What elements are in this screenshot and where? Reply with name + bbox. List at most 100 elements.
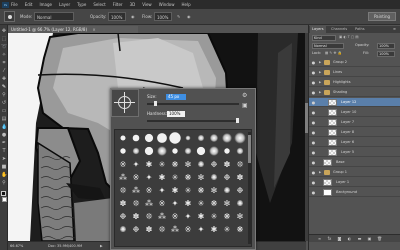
brush-preset-tip[interactable]: ✺ <box>208 172 220 184</box>
crop-tool-icon[interactable]: ⌗ <box>1 60 7 66</box>
brush-preset-tip[interactable]: ❊ <box>130 198 142 210</box>
menu-view[interactable]: View <box>142 2 152 7</box>
brush-preset-tip[interactable]: ✳ <box>156 159 168 171</box>
brush-preset-tip[interactable]: ⁂ <box>130 185 142 197</box>
brush-preset-tip[interactable] <box>120 148 126 154</box>
brush-preset-tip[interactable]: ❋ <box>182 172 194 184</box>
brush-preset-tip[interactable]: ✦ <box>182 211 194 223</box>
brush-preset-tip[interactable]: ❊ <box>117 185 129 197</box>
brush-preset-tip[interactable] <box>132 134 140 142</box>
layer-row[interactable]: ● ▶ Shading <box>309 88 400 97</box>
brush-preset-tip[interactable] <box>157 146 167 156</box>
visibility-eye-icon[interactable]: ● <box>311 180 316 185</box>
layer-row[interactable]: ● Layer 12 <box>309 98 400 107</box>
gradient-tool-icon[interactable]: ▤ <box>1 116 7 122</box>
menu-file[interactable]: File <box>11 2 18 7</box>
brush-preset-tip[interactable]: ✻ <box>182 159 194 171</box>
eraser-tool-icon[interactable]: ▭ <box>1 108 7 114</box>
eyedropper-tool-icon[interactable]: ⁄ <box>1 68 7 74</box>
brush-preset-tip[interactable]: ✽ <box>130 211 142 223</box>
brush-grid-scroll-thumb[interactable] <box>248 135 251 163</box>
layer-thumbnail[interactable] <box>328 129 337 136</box>
layer-thumbnail[interactable] <box>328 149 337 156</box>
brush-preset-tip[interactable]: ✱ <box>156 172 168 184</box>
brush-preset-tip[interactable]: ✦ <box>130 159 142 171</box>
brush-preset-tip[interactable]: ✳ <box>221 224 233 236</box>
brush-preset-tip[interactable]: ✺ <box>234 198 246 210</box>
menu-edit[interactable]: Edit <box>25 2 33 7</box>
status-menu-arrow-icon[interactable]: ▶ <box>100 242 103 250</box>
brush-preset-tip[interactable]: ❉ <box>221 172 233 184</box>
healing-brush-tool-icon[interactable]: ✚ <box>1 76 7 82</box>
layer-opacity-field[interactable]: 100% <box>377 43 395 49</box>
visibility-eye-icon[interactable]: ● <box>311 100 316 105</box>
brush-preset-tip[interactable]: ✳ <box>182 185 194 197</box>
brush-preset-tip[interactable]: ✳ <box>195 198 207 210</box>
airbrush-icon[interactable]: ✎ <box>177 12 180 21</box>
visibility-eye-icon[interactable]: ● <box>311 70 316 75</box>
delete-layer-icon[interactable]: 🗑 <box>377 236 382 241</box>
brush-preset-tip[interactable] <box>234 132 246 144</box>
filter-icons[interactable]: ▣ ◐ T ▢ ▤ <box>339 34 359 41</box>
pressure-size-icon[interactable]: ◉ <box>187 12 191 21</box>
visibility-eye-icon[interactable]: ● <box>311 170 316 175</box>
layer-row[interactable]: ● Background <box>309 188 400 197</box>
history-brush-tool-icon[interactable]: ↺ <box>1 100 7 106</box>
visibility-eye-icon[interactable]: ● <box>311 150 316 155</box>
brush-preset-tip[interactable]: ❉ <box>130 224 142 236</box>
visibility-eye-icon[interactable]: ● <box>311 80 316 85</box>
fill-field[interactable]: 100% <box>377 51 395 57</box>
brush-preset-tip[interactable]: ❊ <box>234 159 246 171</box>
layer-thumbnail[interactable] <box>328 99 337 106</box>
brush-preset-tip[interactable]: ❋ <box>208 198 220 210</box>
background-color-swatch[interactable] <box>1 197 7 203</box>
brush-preset-tip[interactable] <box>209 133 219 143</box>
hardness-slider[interactable] <box>147 118 239 123</box>
brush-preset-tip[interactable]: ❉ <box>117 211 129 223</box>
group-expand-icon[interactable]: ▶ <box>319 90 323 95</box>
brush-preset-tip[interactable] <box>169 132 181 144</box>
visibility-eye-icon[interactable]: ● <box>311 90 316 95</box>
brush-preset-tip[interactable]: ✺ <box>117 224 129 236</box>
brush-preset-tip[interactable] <box>185 135 191 141</box>
blur-tool-icon[interactable]: 💧 <box>1 124 7 130</box>
tab-channels[interactable]: Channels <box>329 26 349 33</box>
layer-row[interactable]: ● Layer 8 <box>309 128 400 137</box>
brush-preset-tip[interactable]: ❊ <box>143 211 155 223</box>
brush-preset-tip[interactable]: ❋ <box>195 185 207 197</box>
menu-window[interactable]: Window <box>159 2 175 7</box>
layer-mask-icon[interactable]: ◙ <box>337 236 342 241</box>
brush-preset-tip[interactable] <box>144 146 154 156</box>
new-brush-preset-icon[interactable]: ▣ <box>242 103 248 109</box>
type-tool-icon[interactable]: T <box>1 148 7 154</box>
brush-preset-tip[interactable]: ✻ <box>208 185 220 197</box>
tab-paths[interactable]: Paths <box>353 26 367 33</box>
visibility-eye-icon[interactable]: ● <box>311 190 316 195</box>
visibility-eye-icon[interactable]: ● <box>311 160 316 165</box>
link-layers-icon[interactable]: ∞ <box>317 236 322 241</box>
brush-preset-tip[interactable]: ✽ <box>221 159 233 171</box>
menu-layer[interactable]: Layer <box>59 2 70 7</box>
brush-preset-tip[interactable]: ✽ <box>143 224 155 236</box>
brush-preset-tip[interactable]: ※ <box>130 172 142 184</box>
brush-preset-tip[interactable]: ※ <box>169 211 181 223</box>
brush-preset-tip[interactable]: ✽ <box>117 198 129 210</box>
layer-style-icon[interactable]: fx <box>327 236 332 241</box>
workspace-switcher[interactable]: Painting <box>368 12 396 21</box>
shape-tool-icon[interactable]: ■ <box>1 164 7 170</box>
group-expand-icon[interactable]: ▶ <box>319 70 323 75</box>
brush-preset-tip[interactable]: ✻ <box>234 211 246 223</box>
menu-image[interactable]: Image <box>39 2 52 7</box>
new-layer-icon[interactable]: ▣ <box>367 236 372 241</box>
layer-row[interactable]: ● ▶ Highlights <box>309 78 400 87</box>
brush-preset-tip[interactable] <box>184 147 192 155</box>
brush-preset-tip[interactable]: ✽ <box>234 172 246 184</box>
visibility-eye-icon[interactable]: ● <box>311 140 316 145</box>
brush-preset-tip[interactable]: ✱ <box>195 211 207 223</box>
blend-mode-select[interactable]: Normal <box>312 43 344 49</box>
brush-preset-tip[interactable]: ※ <box>182 224 194 236</box>
menu-select[interactable]: Select <box>93 2 105 7</box>
brush-preset-tip[interactable]: ✳ <box>169 172 181 184</box>
size-field[interactable]: 45 px <box>166 94 186 100</box>
layer-row[interactable]: ● ▶ Group 2 <box>309 58 400 67</box>
